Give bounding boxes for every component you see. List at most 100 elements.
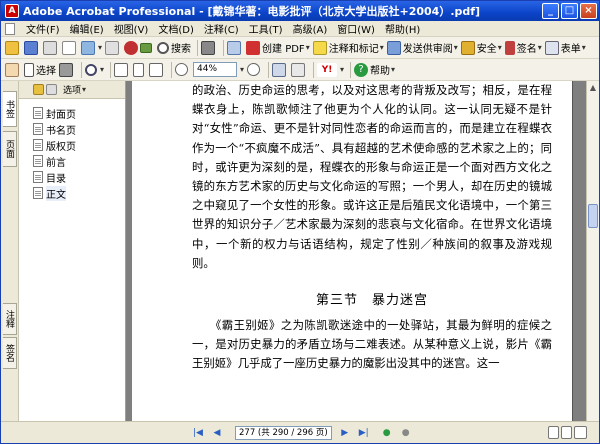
menu-advanced[interactable]: 高级(A) [288,21,333,36]
organizer-button[interactable]: ▾ [81,39,102,57]
go-forward-button[interactable]: ● [399,426,413,440]
page-layout-icon[interactable] [547,426,559,439]
menu-help[interactable]: 帮助(H) [380,21,425,36]
bookmark-label: 目录 [46,173,66,185]
send-review-button[interactable]: 发送供审阅 ▾ [386,39,458,57]
bookmark-item[interactable]: 书名页 [19,121,125,137]
search-button[interactable]: 搜索 [157,39,191,57]
toolbar-separator [313,61,315,78]
camera-button[interactable] [201,39,217,57]
chevron-down-icon: ▾ [82,85,87,94]
fit-width-icon [149,62,164,77]
bookmark-page-icon [33,187,43,199]
last-page-button[interactable]: ▶| [357,426,371,440]
menu-document[interactable]: 文档(D) [153,21,199,36]
organizer-icon [81,40,95,55]
maximize-button[interactable]: □ [561,3,578,19]
zoom-out-button[interactable] [175,61,190,79]
next-page-button[interactable]: ▶ [338,426,352,440]
close-button[interactable]: × [580,3,597,19]
bookmark-label: 书名页 [46,125,76,137]
menu-file[interactable]: 文件(F) [21,21,65,36]
previous-page-button[interactable]: ◀ [210,426,224,440]
print-button[interactable] [43,39,59,57]
document-pane[interactable]: 的政治、历史命运的思考，以及对这思考的背叛及改写；相反，是在程蝶衣身上，陈凯歌倾… [126,81,586,421]
comment-markup-button[interactable]: 注释和标记 ▾ [312,39,384,57]
send-review-label: 发送供审阅 [402,44,453,55]
bookmark-item[interactable]: 目录 [19,169,125,185]
actual-size-button[interactable] [114,61,130,79]
chevron-down-icon: ▾ [379,43,384,52]
bookmark-item[interactable]: 前言 [19,153,125,169]
rotate-button[interactable] [272,61,288,79]
menu-view[interactable]: 视图(V) [109,21,154,36]
fit-page-button[interactable] [133,61,146,79]
pages-button[interactable] [105,39,121,57]
chevron-down-icon: ▾ [391,65,396,74]
snapshot-button[interactable] [59,61,75,79]
tab-signatures[interactable]: 签名 [3,337,17,369]
chevron-down-icon: ▾ [581,43,586,52]
chevron-down-icon: ▾ [453,43,458,52]
page-layout-continuous-icon[interactable] [560,426,572,439]
scroll-up-icon[interactable]: ▲ [587,81,599,94]
window-icon [227,40,242,55]
camera-icon [201,40,216,55]
first-page-button[interactable]: |◀ [191,426,205,440]
acrobat-window: A Adobe Acrobat Professional - [戴锦华著：电影批… [0,0,600,444]
record-button[interactable] [124,39,154,57]
bookmark-item[interactable]: 封面页 [19,105,125,121]
tab-pages[interactable]: 页面 [3,131,17,167]
comment-markup-label: 注释和标记 [328,44,379,55]
fit-page-icon [133,62,145,77]
menu-tools[interactable]: 工具(T) [244,21,288,36]
open-folder-icon [5,40,19,55]
select-tool-button[interactable]: 选择 [24,61,56,79]
zoom-input[interactable]: 44% [193,62,238,77]
bookmark-item[interactable]: 正文 [19,185,125,201]
zoom-in-plus-button[interactable] [247,61,262,79]
chevron-down-icon: ▾ [497,43,502,52]
snapshot-icon [59,62,73,77]
chevron-down-icon: ▾ [100,65,105,74]
bookmark-page-icon [33,123,43,135]
bookmark-item[interactable]: 版权页 [19,137,125,153]
select-label: 选择 [36,66,56,77]
tab-comments[interactable]: 注释 [3,303,17,335]
create-pdf-label: 创建 PDF [262,44,305,55]
menu-edit[interactable]: 编辑(E) [65,21,109,36]
tab-bookmarks[interactable]: 书签 [3,91,17,127]
sign-button[interactable]: 签名 ▾ [504,39,542,57]
record-icon [124,40,139,55]
page-number-input[interactable]: 277 (共 290 / 296 页) [235,425,332,440]
create-pdf-button[interactable]: 创建 PDF ▾ [246,39,310,57]
help-button[interactable]: ? 帮助 ▾ [354,61,395,79]
chevron-down-icon: ▾ [537,43,542,52]
read-out-button[interactable] [291,61,307,79]
body-paragraph: 《霸王别姬》之为陈凯歌迷途中的一处驿站，其最为鲜明的症候之一，是对历史暴力的矛盾… [192,318,552,371]
hand-tool-button[interactable] [5,61,21,79]
yahoo-button[interactable]: Y! ▾ [317,61,344,79]
window-button[interactable] [227,39,243,57]
menu-window[interactable]: 窗口(W) [332,21,380,36]
delete-bookmark-icon[interactable] [46,84,57,95]
status-bar: |◀ ◀ 277 (共 290 / 296 页) ▶ ▶| ● ● [1,421,599,443]
zoom-in-button[interactable]: ▾ [85,61,104,79]
vertical-scrollbar[interactable]: ▲ [586,81,599,421]
save-button[interactable] [24,39,40,57]
zoom-in-icon [247,63,261,76]
page-layout-facing-icon[interactable] [573,426,587,439]
new-bookmark-icon[interactable] [33,84,44,95]
go-back-button[interactable]: ● [380,426,394,440]
secure-button[interactable]: 安全 ▾ [460,39,502,57]
open-button[interactable] [5,39,21,57]
fit-width-button[interactable] [149,61,165,79]
email-button[interactable] [62,39,78,57]
zoom-dropdown-icon[interactable]: ▾ [240,65,244,74]
bookmarks-options-button[interactable]: 选项 [63,83,81,96]
toolbar-separator [171,61,173,78]
minimize-button[interactable]: _ [542,3,559,19]
forms-button[interactable]: 表单 ▾ [544,39,586,57]
scroll-thumb[interactable] [588,204,598,228]
menu-comments[interactable]: 注释(C) [199,21,244,36]
